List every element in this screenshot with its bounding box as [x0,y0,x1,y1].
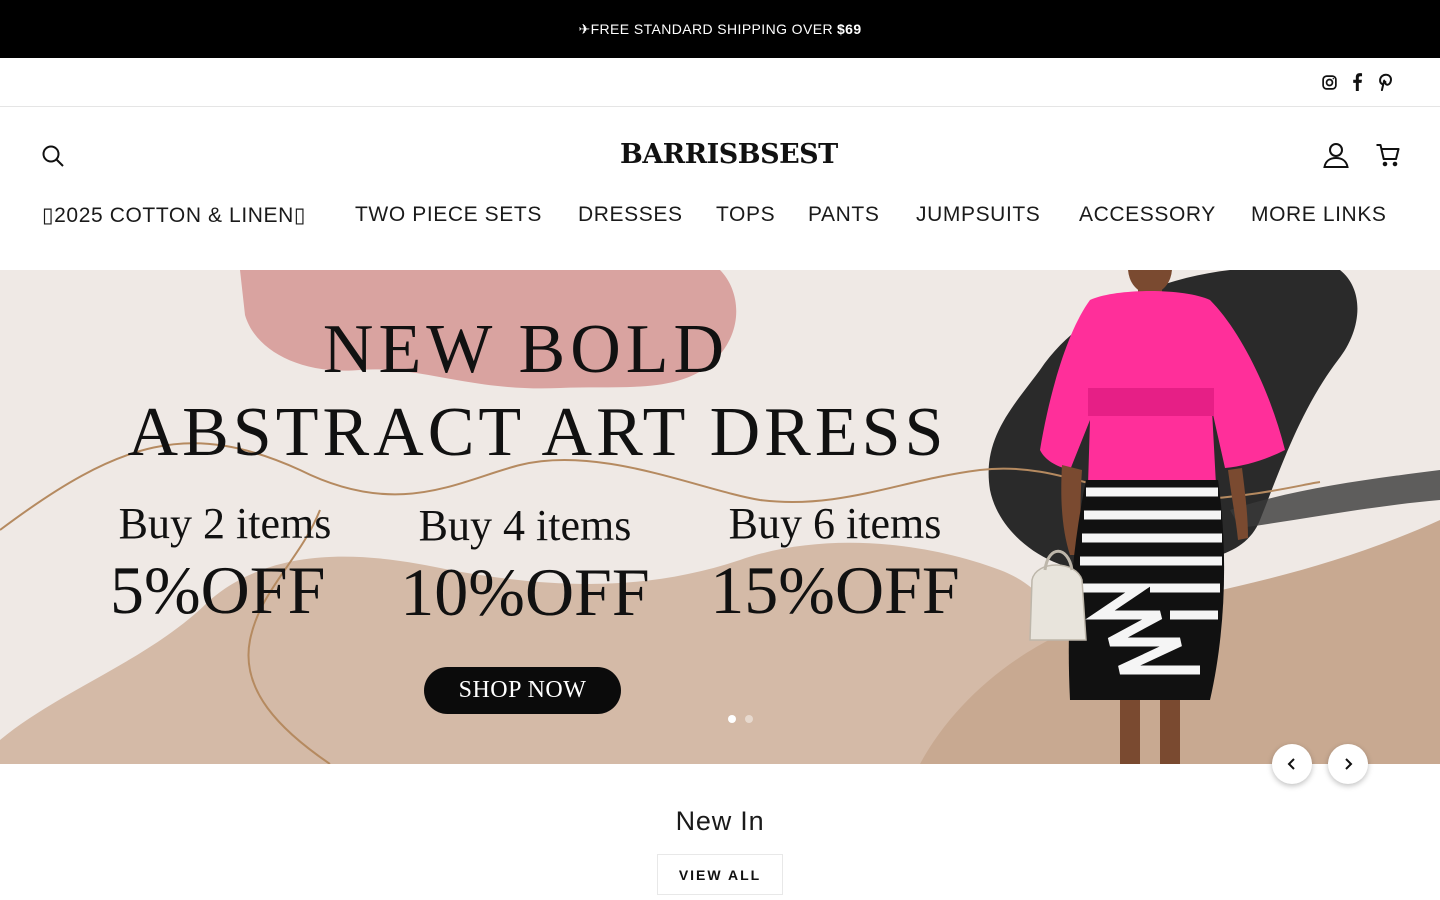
carousel-dot-1[interactable] [728,715,736,723]
cart-icon[interactable] [1374,141,1402,169]
offer-discount: 5%OFF [110,552,326,628]
chevron-left-icon [1287,758,1295,770]
instagram-icon[interactable] [1320,72,1338,92]
social-links [1320,72,1394,92]
offer-tier-2: Buy 4 items 10%OFF [400,500,650,632]
offer-buy-label: Buy 4 items [418,501,632,550]
carousel-prev-button[interactable] [1272,744,1312,784]
nav-item-two-piece-sets[interactable]: TWO PIECE SETS [355,203,542,227]
social-bar [0,58,1440,107]
facebook-icon[interactable] [1348,72,1366,92]
new-in-title: New In [675,806,765,836]
nav-item-jumpsuits[interactable]: JUMPSUITS [916,203,1040,227]
nav-item-cotton-linen[interactable]: ▯2025 COTTON & LINEN▯ [42,203,306,228]
carousel-next-button[interactable] [1328,744,1368,784]
site-header: BARRISBSEST ▯2025 COTTON & LINEN▯ TWO PI… [0,107,1440,270]
nav-item-dresses[interactable]: DRESSES [578,203,683,227]
offer-tier-3: Buy 6 items 15%OFF [710,498,960,630]
search-icon[interactable] [40,143,66,169]
site-logo[interactable]: BARRISBSEST [620,139,838,175]
announcement-amount: $69 [836,21,862,37]
shop-now-button[interactable]: SHOP NOW [424,667,621,714]
view-all-button[interactable]: VIEW ALL [657,854,783,895]
hero-title-line1: NEW BOLD [322,311,730,388]
offer-tier-1: Buy 2 items 5%OFF [100,498,350,630]
hero-banner[interactable]: NEW BOLD ABSTRACT ART DRESS Buy 2 items … [0,270,1440,764]
nav-item-more-links[interactable]: MORE LINKS [1251,203,1387,227]
offer-discount: 10%OFF [400,554,650,630]
carousel-dot-2[interactable] [745,715,753,723]
nav-item-tops[interactable]: TOPS [716,203,775,227]
announcement-bar: ✈FREE STANDARD SHIPPING OVER $69 [0,0,1440,58]
offer-buy-label: Buy 6 items [728,499,942,548]
nav-item-accessory[interactable]: ACCESSORY [1079,203,1216,227]
user-icon[interactable] [1322,141,1350,169]
announcement-text: ✈FREE STANDARD SHIPPING OVER [578,20,833,37]
carousel-dots [728,715,753,723]
chevron-right-icon [1345,758,1353,770]
pinterest-icon[interactable] [1376,72,1394,92]
hero-title-line2: ABSTRACT ART DRESS [127,394,948,471]
offer-buy-label: Buy 2 items [118,499,332,548]
main-nav: ▯2025 COTTON & LINEN▯ TWO PIECE SETS DRE… [0,203,1440,233]
nav-item-pants[interactable]: PANTS [808,203,879,227]
offer-discount: 15%OFF [710,552,960,628]
